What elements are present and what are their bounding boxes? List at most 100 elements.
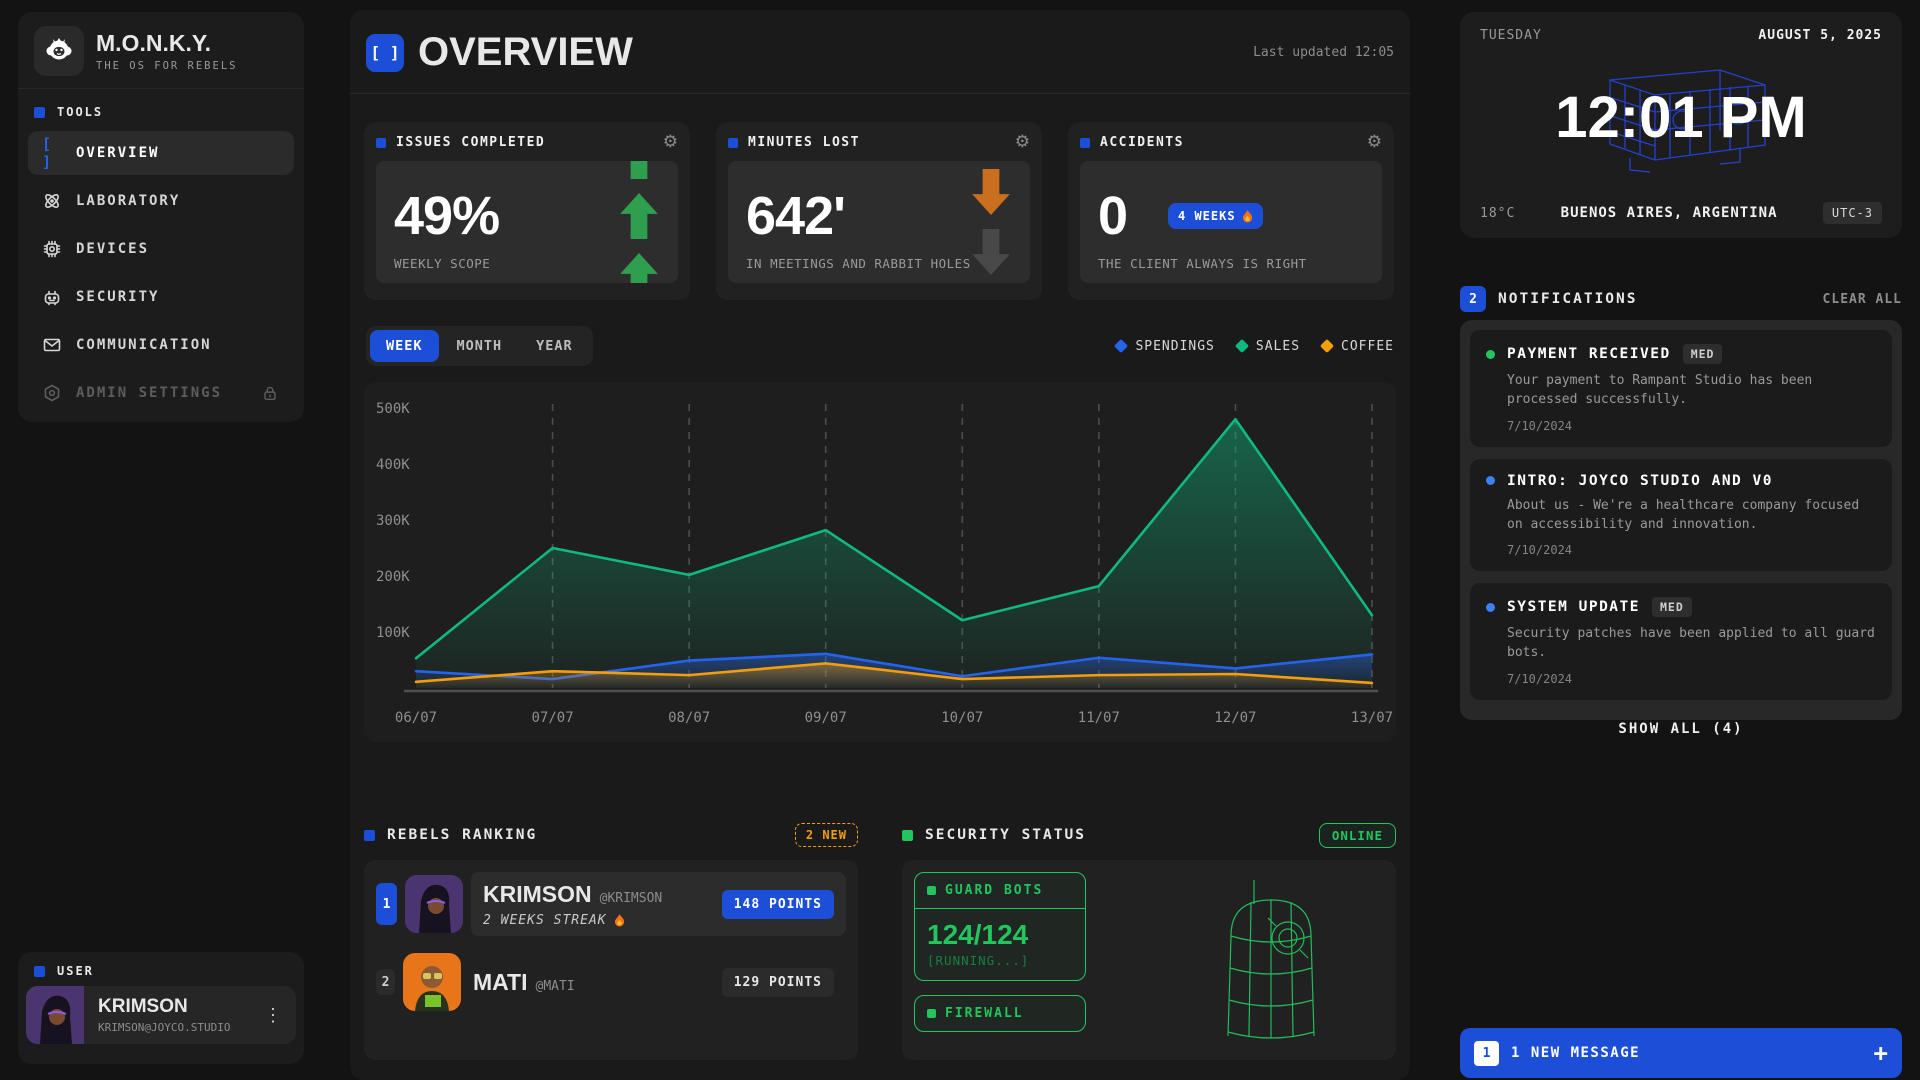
notifications-title: NOTIFICATIONS — [1498, 291, 1638, 307]
lock-icon — [260, 383, 280, 403]
svg-text:06/07: 06/07 — [395, 710, 437, 726]
clock-location: BUENOS AIRES, ARGENTINA — [1515, 205, 1823, 221]
rebel-streak: 2 WEEKS STREAK — [483, 913, 662, 928]
legend-spendings[interactable]: SPENDINGS — [1116, 339, 1214, 354]
card-bullet — [376, 138, 386, 148]
svg-text:400K: 400K — [376, 457, 410, 473]
user-section-label: USER — [18, 952, 304, 986]
user-email: KRIMSON@JOYCO.STUDIO — [98, 1021, 230, 1034]
message-text: 1 NEW MESSAGE — [1511, 1045, 1640, 1061]
notification-payment-received[interactable]: PAYMENT RECEIVED MED Your payment to Ram… — [1470, 330, 1892, 447]
points-badge: 129 POINTS — [722, 968, 834, 997]
security-title: SECURITY STATUS — [925, 827, 1086, 843]
gear-icon[interactable]: ⚙ — [1367, 134, 1382, 151]
clear-all-button[interactable]: CLEAR ALL — [1823, 292, 1902, 307]
section-bullet — [34, 107, 45, 118]
plus-icon[interactable]: + — [1874, 1041, 1888, 1065]
rank-badge: 1 — [376, 883, 397, 925]
brackets-icon: [ ] — [42, 143, 62, 163]
firewall-module: FIREWALL — [914, 995, 1086, 1032]
section-bullet — [364, 830, 375, 841]
severity-chip: MED — [1652, 597, 1692, 617]
diamond-icon — [1235, 339, 1249, 353]
notification-body: Your payment to Rampant Studio has been … — [1507, 372, 1876, 410]
notification-system-update[interactable]: SYSTEM UPDATE MED Security patches have … — [1470, 583, 1892, 700]
clock-time: 12:01 PM — [1460, 84, 1902, 151]
stat-title: MINUTES LOST — [748, 135, 860, 150]
status-dot — [1486, 350, 1495, 359]
rebel-handle: @MATI — [536, 979, 575, 994]
user-menu-dots-icon[interactable]: ⋮ — [260, 1001, 286, 1030]
clock-temperature: 18°C — [1480, 206, 1515, 221]
ranking-row-mati[interactable]: 2 MATI @MATI — [376, 950, 846, 1014]
notifications-count-badge: 2 — [1460, 286, 1486, 312]
chart-legend: SPENDINGS SALES COFFEE — [1116, 339, 1394, 354]
diamond-icon — [1320, 339, 1334, 353]
module-bullet — [927, 886, 936, 895]
notification-body: Security patches have been applied to al… — [1507, 625, 1876, 663]
message-count-badge: 1 — [1474, 1041, 1499, 1066]
sidebar-item-overview[interactable]: [ ] OVERVIEW — [28, 131, 294, 175]
stat-label: THE CLIENT ALWAYS IS RIGHT — [1098, 256, 1307, 271]
rebels-ranking-section: REBELS RANKING 2 NEW 1 — [364, 820, 858, 1060]
svg-text:500K: 500K — [376, 401, 410, 417]
guard-bots-state: [RUNNING...] — [915, 953, 1085, 980]
clock-day: TUESDAY — [1480, 28, 1542, 43]
gear-icon[interactable]: ⚙ — [663, 134, 678, 151]
flame-icon — [614, 914, 625, 927]
notification-intro[interactable]: INTRO: JOYCO STUDIO AND V0 About us - We… — [1470, 459, 1892, 572]
trend-down-arrows-icon — [968, 161, 1014, 283]
ranking-title: REBELS RANKING — [387, 827, 537, 843]
svg-text:200K: 200K — [376, 569, 410, 585]
sidebar-item-security[interactable]: SECURITY — [28, 275, 294, 319]
notifications-list: PAYMENT RECEIVED MED Your payment to Ram… — [1460, 320, 1902, 720]
app-logo-row: M.O.N.K.Y. THE OS FOR REBELS — [18, 12, 304, 89]
sidebar-item-laboratory[interactable]: LABORATORY — [28, 179, 294, 223]
stat-card-issues-completed: ISSUES COMPLETED ⚙ 49% WEEKLY SCOPE — [364, 122, 690, 300]
svg-text:100K: 100K — [376, 625, 410, 641]
guard-bots-value: 124/124 — [915, 909, 1085, 953]
main-content: [ ] OVERVIEW Last updated 12:05 ISSUES C… — [350, 10, 1410, 1080]
svg-text:09/07: 09/07 — [805, 710, 847, 726]
notification-date: 7/10/2024 — [1507, 543, 1876, 557]
user-panel: USER KRIMSON KRIMSON@JOYCO.STUDIO ⋮ — [18, 952, 304, 1064]
new-message-bar[interactable]: 1 1 NEW MESSAGE + — [1460, 1028, 1902, 1078]
page-title: OVERVIEW — [418, 30, 633, 75]
security-panel: GUARD BOTS 124/124 [RUNNING...] FIREWALL — [902, 860, 1396, 1060]
legend-sales[interactable]: SALES — [1237, 339, 1300, 354]
guard-bot-wireframe — [1206, 876, 1336, 1060]
sidebar-item-devices[interactable]: DEVICES — [28, 227, 294, 271]
chart-range-tabs: WEEK MONTH YEAR — [366, 326, 593, 366]
gear-icon[interactable]: ⚙ — [1015, 134, 1030, 151]
stat-title: ACCIDENTS — [1100, 135, 1184, 150]
stat-card-accidents: ACCIDENTS ⚙ 0 4 WEEKS THE CLIENT ALWAYS … — [1068, 122, 1394, 300]
status-dot — [1486, 476, 1495, 485]
section-bullet — [34, 966, 45, 977]
stat-label: WEEKLY SCOPE — [394, 256, 490, 271]
online-badge: ONLINE — [1319, 823, 1396, 848]
clock-utc-chip: UTC-3 — [1823, 202, 1882, 224]
ranking-list: 1 KRIMSON @KRIMSON — [364, 860, 858, 1060]
svg-text:11/07: 11/07 — [1078, 710, 1120, 726]
diamond-icon — [1114, 339, 1128, 353]
ranking-row-krimson[interactable]: 1 KRIMSON @KRIMSON — [376, 872, 846, 936]
stat-title: ISSUES COMPLETED — [396, 135, 545, 150]
svg-text:10/07: 10/07 — [941, 710, 983, 726]
tab-year[interactable]: YEAR — [520, 330, 589, 362]
overview-brackets-icon: [ ] — [366, 34, 404, 72]
sidebar-item-admin-settings[interactable]: ADMIN SETTINGS — [28, 371, 294, 415]
tab-month[interactable]: MONTH — [441, 330, 519, 362]
tools-section-label: TOOLS — [18, 89, 304, 127]
svg-text:07/07: 07/07 — [531, 710, 573, 726]
user-card[interactable]: KRIMSON KRIMSON@JOYCO.STUDIO ⋮ — [26, 986, 296, 1044]
sidebar-item-communication[interactable]: COMMUNICATION — [28, 323, 294, 367]
avatar — [403, 953, 461, 1011]
guard-bots-module: GUARD BOTS 124/124 [RUNNING...] — [914, 872, 1086, 981]
page-header: [ ] OVERVIEW Last updated 12:05 — [350, 10, 1410, 94]
legend-coffee[interactable]: COFFEE — [1322, 339, 1394, 354]
envelope-icon — [42, 335, 62, 355]
card-bullet — [1080, 138, 1090, 148]
app-tagline: THE OS FOR REBELS — [96, 60, 237, 72]
show-all-button[interactable]: SHOW ALL (4) — [1470, 712, 1892, 741]
tab-week[interactable]: WEEK — [370, 330, 439, 362]
